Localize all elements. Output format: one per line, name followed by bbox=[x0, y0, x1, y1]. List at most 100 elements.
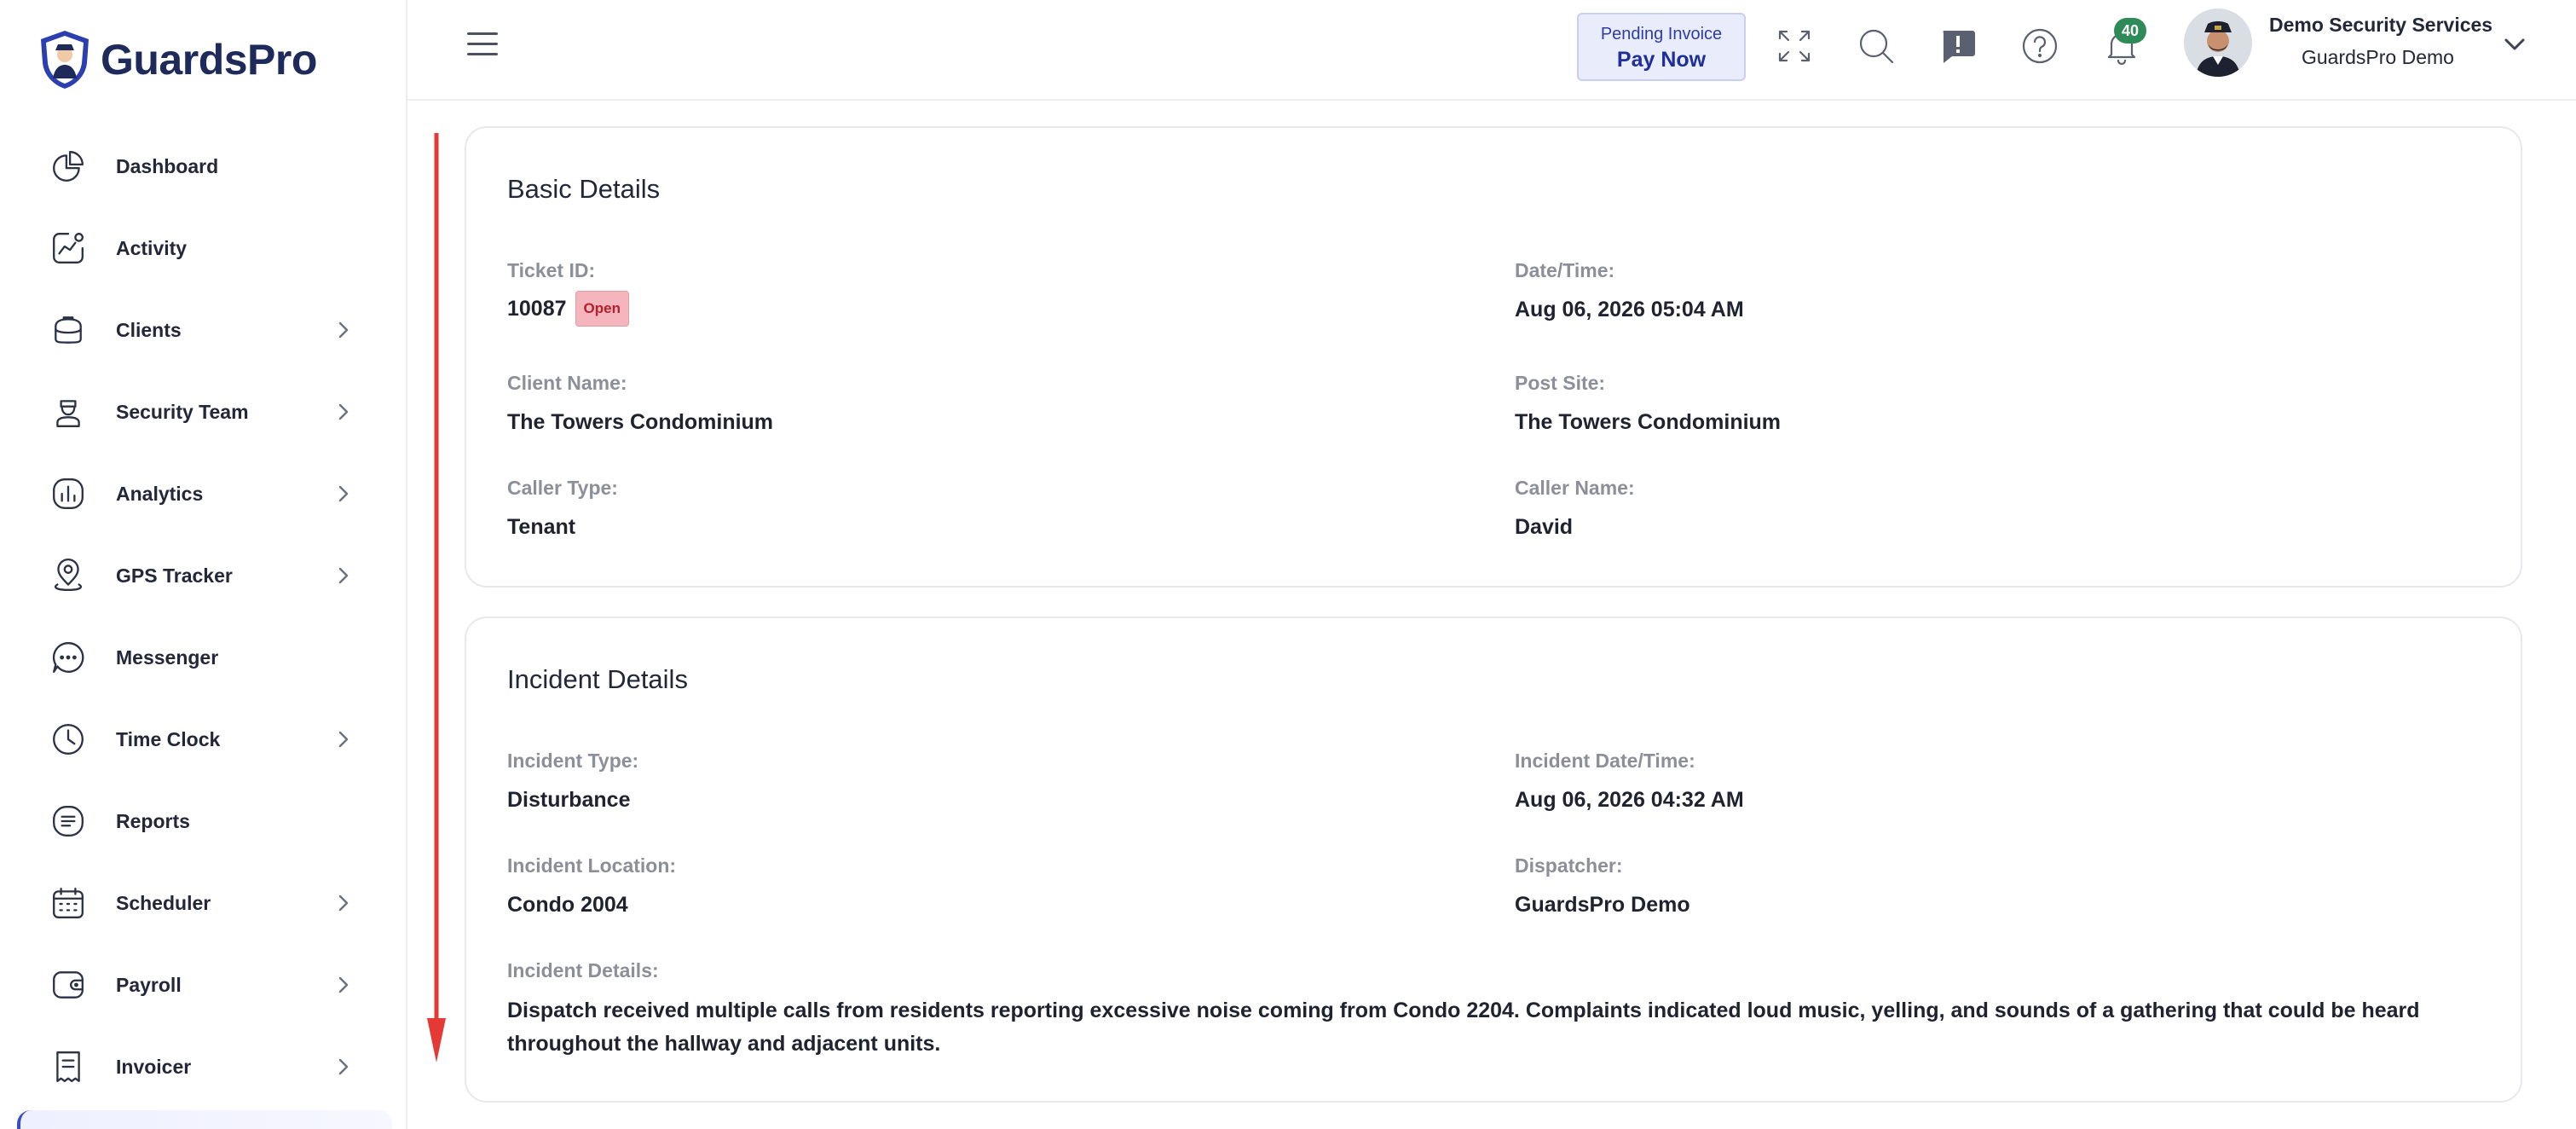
chevron-right-icon bbox=[334, 402, 353, 421]
field-label: Caller Name: bbox=[1515, 477, 1635, 499]
chevron-down-icon[interactable] bbox=[2503, 34, 2528, 56]
field-label: Dispatcher: bbox=[1515, 854, 1623, 877]
report-icon bbox=[49, 802, 87, 840]
sidebar-item-scheduler[interactable]: Scheduler bbox=[0, 862, 406, 944]
incident-location-field: Incident Location: Condo 2004 bbox=[507, 854, 676, 918]
pie-chart-icon bbox=[49, 148, 87, 185]
caller-name-field: Caller Name: David bbox=[1515, 477, 1635, 540]
sidebar-item-label: Time Clock bbox=[116, 727, 221, 750]
field-value: David bbox=[1515, 515, 1574, 539]
activity-chart-icon bbox=[49, 229, 87, 267]
notification-count-badge: 40 bbox=[2114, 18, 2146, 43]
dispatcher-field: Dispatcher: GuardsPro Demo bbox=[1515, 854, 1690, 918]
field-value: Condo 2004 bbox=[507, 893, 628, 917]
field-value: Disturbance bbox=[507, 788, 631, 812]
sidebar-item-label: Analytics bbox=[116, 482, 204, 505]
guard-shield-logo-icon bbox=[41, 31, 89, 89]
caller-type-field: Caller Type: Tenant bbox=[507, 477, 618, 540]
field-value: The Towers Condominium bbox=[507, 410, 774, 434]
field-label: Incident Details: bbox=[507, 959, 659, 981]
chat-bubble-icon bbox=[49, 639, 87, 676]
sidebar-item-payroll[interactable]: Payroll bbox=[0, 944, 406, 1026]
fullscreen-icon[interactable] bbox=[1775, 26, 1814, 66]
ticket-id-value: 10087 bbox=[507, 296, 567, 321]
incident-description: Dispatch received multiple calls from re… bbox=[507, 999, 2420, 1056]
field-label: Client Name: bbox=[507, 372, 627, 394]
field-label: Post Site: bbox=[1515, 372, 1606, 394]
chevron-right-icon bbox=[334, 1057, 353, 1076]
top-header: Pending Invoice Pay Now 40 Demo Security… bbox=[407, 0, 2576, 101]
sidebar-item-clients[interactable]: Clients bbox=[0, 289, 406, 371]
incident-details-card: Incident Details Incident Type: Disturba… bbox=[465, 617, 2522, 1103]
field-value: Tenant bbox=[507, 515, 576, 539]
sidebar-item-label: GPS Tracker bbox=[116, 564, 233, 587]
pending-invoice-label: Pending Invoice bbox=[1600, 25, 1723, 43]
field-value: The Towers Condominium bbox=[1515, 410, 1782, 434]
location-pin-icon bbox=[49, 557, 87, 594]
briefcase-icon bbox=[49, 311, 87, 349]
sidebar-item-label: Scheduler bbox=[116, 891, 211, 914]
logo[interactable]: GuardsPro bbox=[38, 29, 317, 90]
sidebar: GuardsPro Dashboard Activity Clients Sec… bbox=[0, 0, 407, 1129]
avatar[interactable] bbox=[2184, 9, 2252, 77]
field-label: Caller Type: bbox=[507, 477, 618, 499]
incident-details-field: Incident Details: Dispatch received mult… bbox=[507, 959, 2468, 1061]
chevron-right-icon bbox=[334, 976, 353, 994]
sidebar-item-label: Messenger bbox=[116, 646, 219, 669]
analytics-icon bbox=[49, 475, 87, 512]
sidebar-item-invoicer[interactable]: Invoicer bbox=[0, 1026, 406, 1108]
incident-datetime-field: Incident Date/Time: Aug 06, 2026 04:32 A… bbox=[1515, 750, 1744, 813]
clock-icon bbox=[49, 721, 87, 758]
field-value: GuardsPro Demo bbox=[1515, 893, 1690, 917]
sidebar-item-label: Activity bbox=[116, 236, 188, 259]
sidebar-item-dashboard[interactable]: Dashboard bbox=[0, 125, 406, 207]
field-label: Incident Type: bbox=[507, 750, 639, 772]
guard-icon bbox=[49, 393, 87, 431]
sidebar-item-label: Payroll bbox=[116, 973, 182, 996]
datetime-field: Date/Time: Aug 06, 2026 05:04 AM bbox=[1515, 259, 1744, 322]
sidebar-item-label: Security Team bbox=[116, 400, 249, 423]
sidebar-item-analytics[interactable]: Analytics bbox=[0, 453, 406, 535]
basic-details-card: Basic Details Ticket ID: 10087 Open Date… bbox=[465, 126, 2522, 588]
client-name-field: Client Name: The Towers Condominium bbox=[507, 372, 773, 435]
sidebar-item-label: Clients bbox=[116, 318, 182, 341]
feedback-icon[interactable] bbox=[1938, 26, 1978, 66]
brand-name: GuardsPro bbox=[101, 36, 317, 84]
sidebar-item-reports[interactable]: Reports bbox=[0, 780, 406, 862]
guard-avatar-icon bbox=[2184, 9, 2252, 77]
field-label: Date/Time: bbox=[1515, 259, 1615, 281]
sidebar-item-active-partial[interactable] bbox=[17, 1110, 392, 1129]
status-badge: Open bbox=[575, 291, 629, 327]
menu-toggle-icon[interactable] bbox=[467, 32, 501, 60]
sidebar-item-gps-tracker[interactable]: GPS Tracker bbox=[0, 535, 406, 617]
sidebar-item-activity[interactable]: Activity bbox=[0, 207, 406, 289]
incident-type-field: Incident Type: Disturbance bbox=[507, 750, 638, 813]
calendar-icon bbox=[49, 884, 87, 922]
card-title: Basic Details bbox=[507, 174, 661, 204]
sidebar-item-security-team[interactable]: Security Team bbox=[0, 371, 406, 453]
field-label: Incident Date/Time: bbox=[1515, 750, 1695, 772]
sidebar-item-label: Dashboard bbox=[116, 154, 219, 177]
scroll-annotation-arrow bbox=[427, 133, 446, 1062]
wallet-icon bbox=[49, 966, 87, 1004]
sidebar-item-messenger[interactable]: Messenger bbox=[0, 617, 406, 698]
sidebar-nav: Dashboard Activity Clients Security Team… bbox=[0, 125, 406, 1108]
field-label: Incident Location: bbox=[507, 854, 677, 877]
user-org: GuardsPro Demo bbox=[2302, 46, 2454, 68]
post-site-field: Post Site: The Towers Condominium bbox=[1515, 372, 1781, 435]
chevron-right-icon bbox=[334, 566, 353, 585]
ticket-id-field: Ticket ID: 10087 Open bbox=[507, 259, 629, 327]
help-icon[interactable] bbox=[2020, 26, 2059, 66]
chevron-right-icon bbox=[334, 321, 353, 339]
chevron-right-icon bbox=[334, 894, 353, 912]
search-icon[interactable] bbox=[1857, 26, 1896, 66]
pay-now-button[interactable]: Pending Invoice Pay Now bbox=[1577, 13, 1746, 81]
user-name: Demo Security Services bbox=[2269, 14, 2493, 36]
sidebar-item-label: Reports bbox=[116, 809, 190, 832]
sidebar-item-label: Invoicer bbox=[116, 1055, 192, 1078]
receipt-icon bbox=[49, 1048, 87, 1086]
field-label: Ticket ID: bbox=[507, 259, 596, 281]
card-title: Incident Details bbox=[507, 664, 688, 694]
chevron-right-icon bbox=[334, 484, 353, 503]
sidebar-item-time-clock[interactable]: Time Clock bbox=[0, 698, 406, 780]
